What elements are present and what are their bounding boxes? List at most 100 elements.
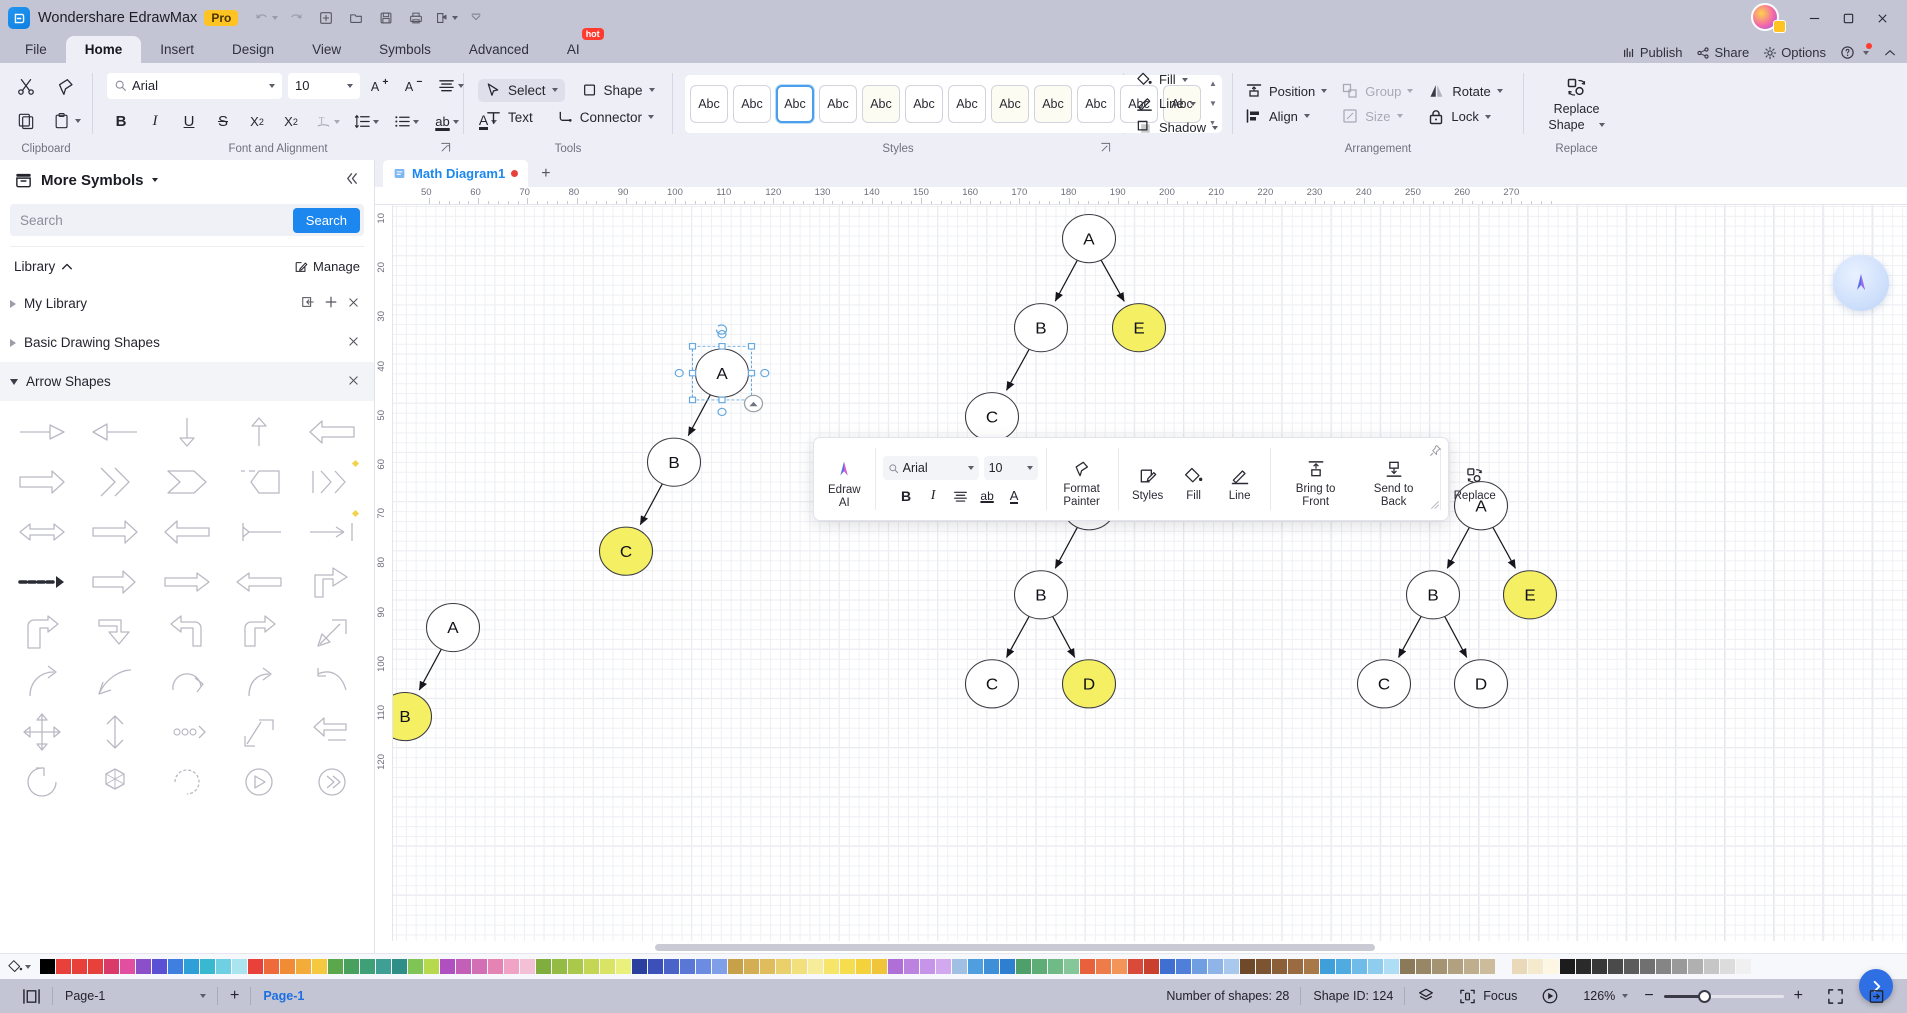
color-swatch[interactable] [1368,959,1383,974]
rotate-button[interactable]: Rotate [1421,80,1508,103]
lock-button[interactable]: Lock [1421,106,1508,128]
pin-toolbar-icon[interactable] [1429,444,1442,460]
color-swatch[interactable] [1384,959,1399,974]
group-button[interactable]: Group [1335,80,1419,102]
vertical-ruler[interactable]: 10 20 30 40 50 60 70 80 90 100 110 120 [375,205,393,941]
resize-handle[interactable] [747,343,756,350]
color-swatch[interactable] [648,959,663,974]
shape-item[interactable] [223,757,295,807]
color-swatch[interactable] [424,959,439,974]
search-button[interactable]: Search [292,207,360,233]
presentation-button[interactable] [1529,986,1571,1006]
color-swatch[interactable] [1336,959,1351,974]
color-swatch[interactable] [1256,959,1271,974]
color-swatch[interactable] [760,959,775,974]
diagram-edge[interactable] [1444,616,1468,658]
color-swatch[interactable] [728,959,743,974]
shape-item[interactable] [151,457,223,507]
color-swatch[interactable] [1448,959,1463,974]
select-tool-button[interactable]: Select [478,78,565,102]
shape-item[interactable] [296,457,368,507]
ctx-send-to-back-button[interactable]: Send to Back [1355,449,1433,509]
shape-item[interactable] [296,557,368,607]
sidebar-title-chevron-icon[interactable] [151,178,158,182]
color-swatch[interactable] [600,959,615,974]
options-button[interactable]: Options [1763,45,1826,60]
diagram-edge[interactable] [639,483,663,526]
menu-item-symbols[interactable]: Symbols [360,36,450,63]
ctx-styles-button[interactable]: Styles [1125,456,1171,503]
color-swatch[interactable] [456,959,471,974]
color-swatch[interactable] [1064,959,1079,974]
color-swatch[interactable] [376,959,391,974]
color-swatch[interactable] [264,959,279,974]
add-document-tab-button[interactable]: + [536,165,555,183]
focus-button[interactable]: Focus [1447,986,1529,1006]
ctx-bring-to-front-button[interactable]: Bring to Front [1277,449,1355,509]
diagram-edge[interactable] [1052,616,1076,658]
document-tab[interactable]: Math Diagram1 [383,160,529,187]
color-swatch[interactable] [488,959,503,974]
color-swatch[interactable] [1320,959,1335,974]
color-swatch[interactable] [1352,959,1367,974]
search-input[interactable] [20,212,293,228]
diagram-edge[interactable] [1005,616,1030,658]
color-swatch[interactable] [408,959,423,974]
horizontal-scrollbar-thumb[interactable] [655,944,1375,951]
color-swatch[interactable] [312,959,327,974]
color-swatch[interactable] [1176,959,1191,974]
font-family-input[interactable]: Arial [107,72,282,99]
layers-button[interactable] [1405,986,1447,1006]
color-swatch[interactable] [1208,959,1223,974]
diagram-edge[interactable] [1100,259,1125,302]
shape-tool-button[interactable]: Shape [575,79,662,102]
line-button[interactable]: Line [1130,93,1224,114]
edraw-ai-orb-button[interactable] [1833,255,1889,311]
rotate-handle[interactable] [715,324,728,335]
zoom-in-button[interactable]: + [1794,988,1803,1004]
ctx-italic-button[interactable]: I [920,483,946,509]
color-swatch[interactable] [56,959,71,974]
color-swatch[interactable] [1640,959,1655,974]
shape-item[interactable] [6,707,78,757]
sidebar-collapse-icon[interactable] [343,170,360,191]
shape-item[interactable] [223,607,295,657]
resize-toolbar-icon[interactable] [1429,499,1441,514]
shape-item[interactable] [6,507,78,557]
shape-item[interactable] [296,657,368,707]
color-swatch[interactable] [1240,959,1255,974]
color-swatch[interactable] [536,959,551,974]
color-swatch[interactable] [904,959,919,974]
font-dialog-launcher-icon[interactable] [440,142,451,157]
shape-item[interactable] [223,657,295,707]
export-icon[interactable] [432,5,459,31]
color-swatch[interactable] [248,959,263,974]
color-swatch[interactable] [984,959,999,974]
shape-item[interactable] [151,707,223,757]
color-swatch[interactable] [1688,959,1703,974]
styles-dialog-launcher-icon[interactable] [1100,142,1111,157]
color-swatch[interactable] [1224,959,1239,974]
format-painter-button[interactable] [55,76,77,98]
color-swatch[interactable] [968,959,983,974]
color-swatch[interactable] [120,959,135,974]
color-swatch[interactable] [1464,959,1479,974]
style-chip-3[interactable]: Abc [819,84,857,123]
shape-item[interactable] [78,557,150,607]
color-swatch[interactable] [776,959,791,974]
line-spacing-button[interactable] [349,108,383,136]
ctx-replace-button[interactable]: Replace [1447,456,1503,503]
color-swatch[interactable] [552,959,567,974]
avatar[interactable] [1751,3,1786,33]
resize-handle[interactable] [718,343,726,350]
resize-handle[interactable] [688,343,697,350]
menu-item-file[interactable]: File [6,36,66,63]
close-button[interactable] [1865,1,1899,35]
text-tool-button[interactable]: Text [478,106,540,129]
shape-item[interactable] [296,757,368,807]
help-button[interactable] [1840,43,1872,60]
bold-button[interactable]: B [107,108,135,136]
color-swatch[interactable] [1496,959,1511,974]
shape-item[interactable] [78,457,150,507]
color-swatch[interactable] [744,959,759,974]
